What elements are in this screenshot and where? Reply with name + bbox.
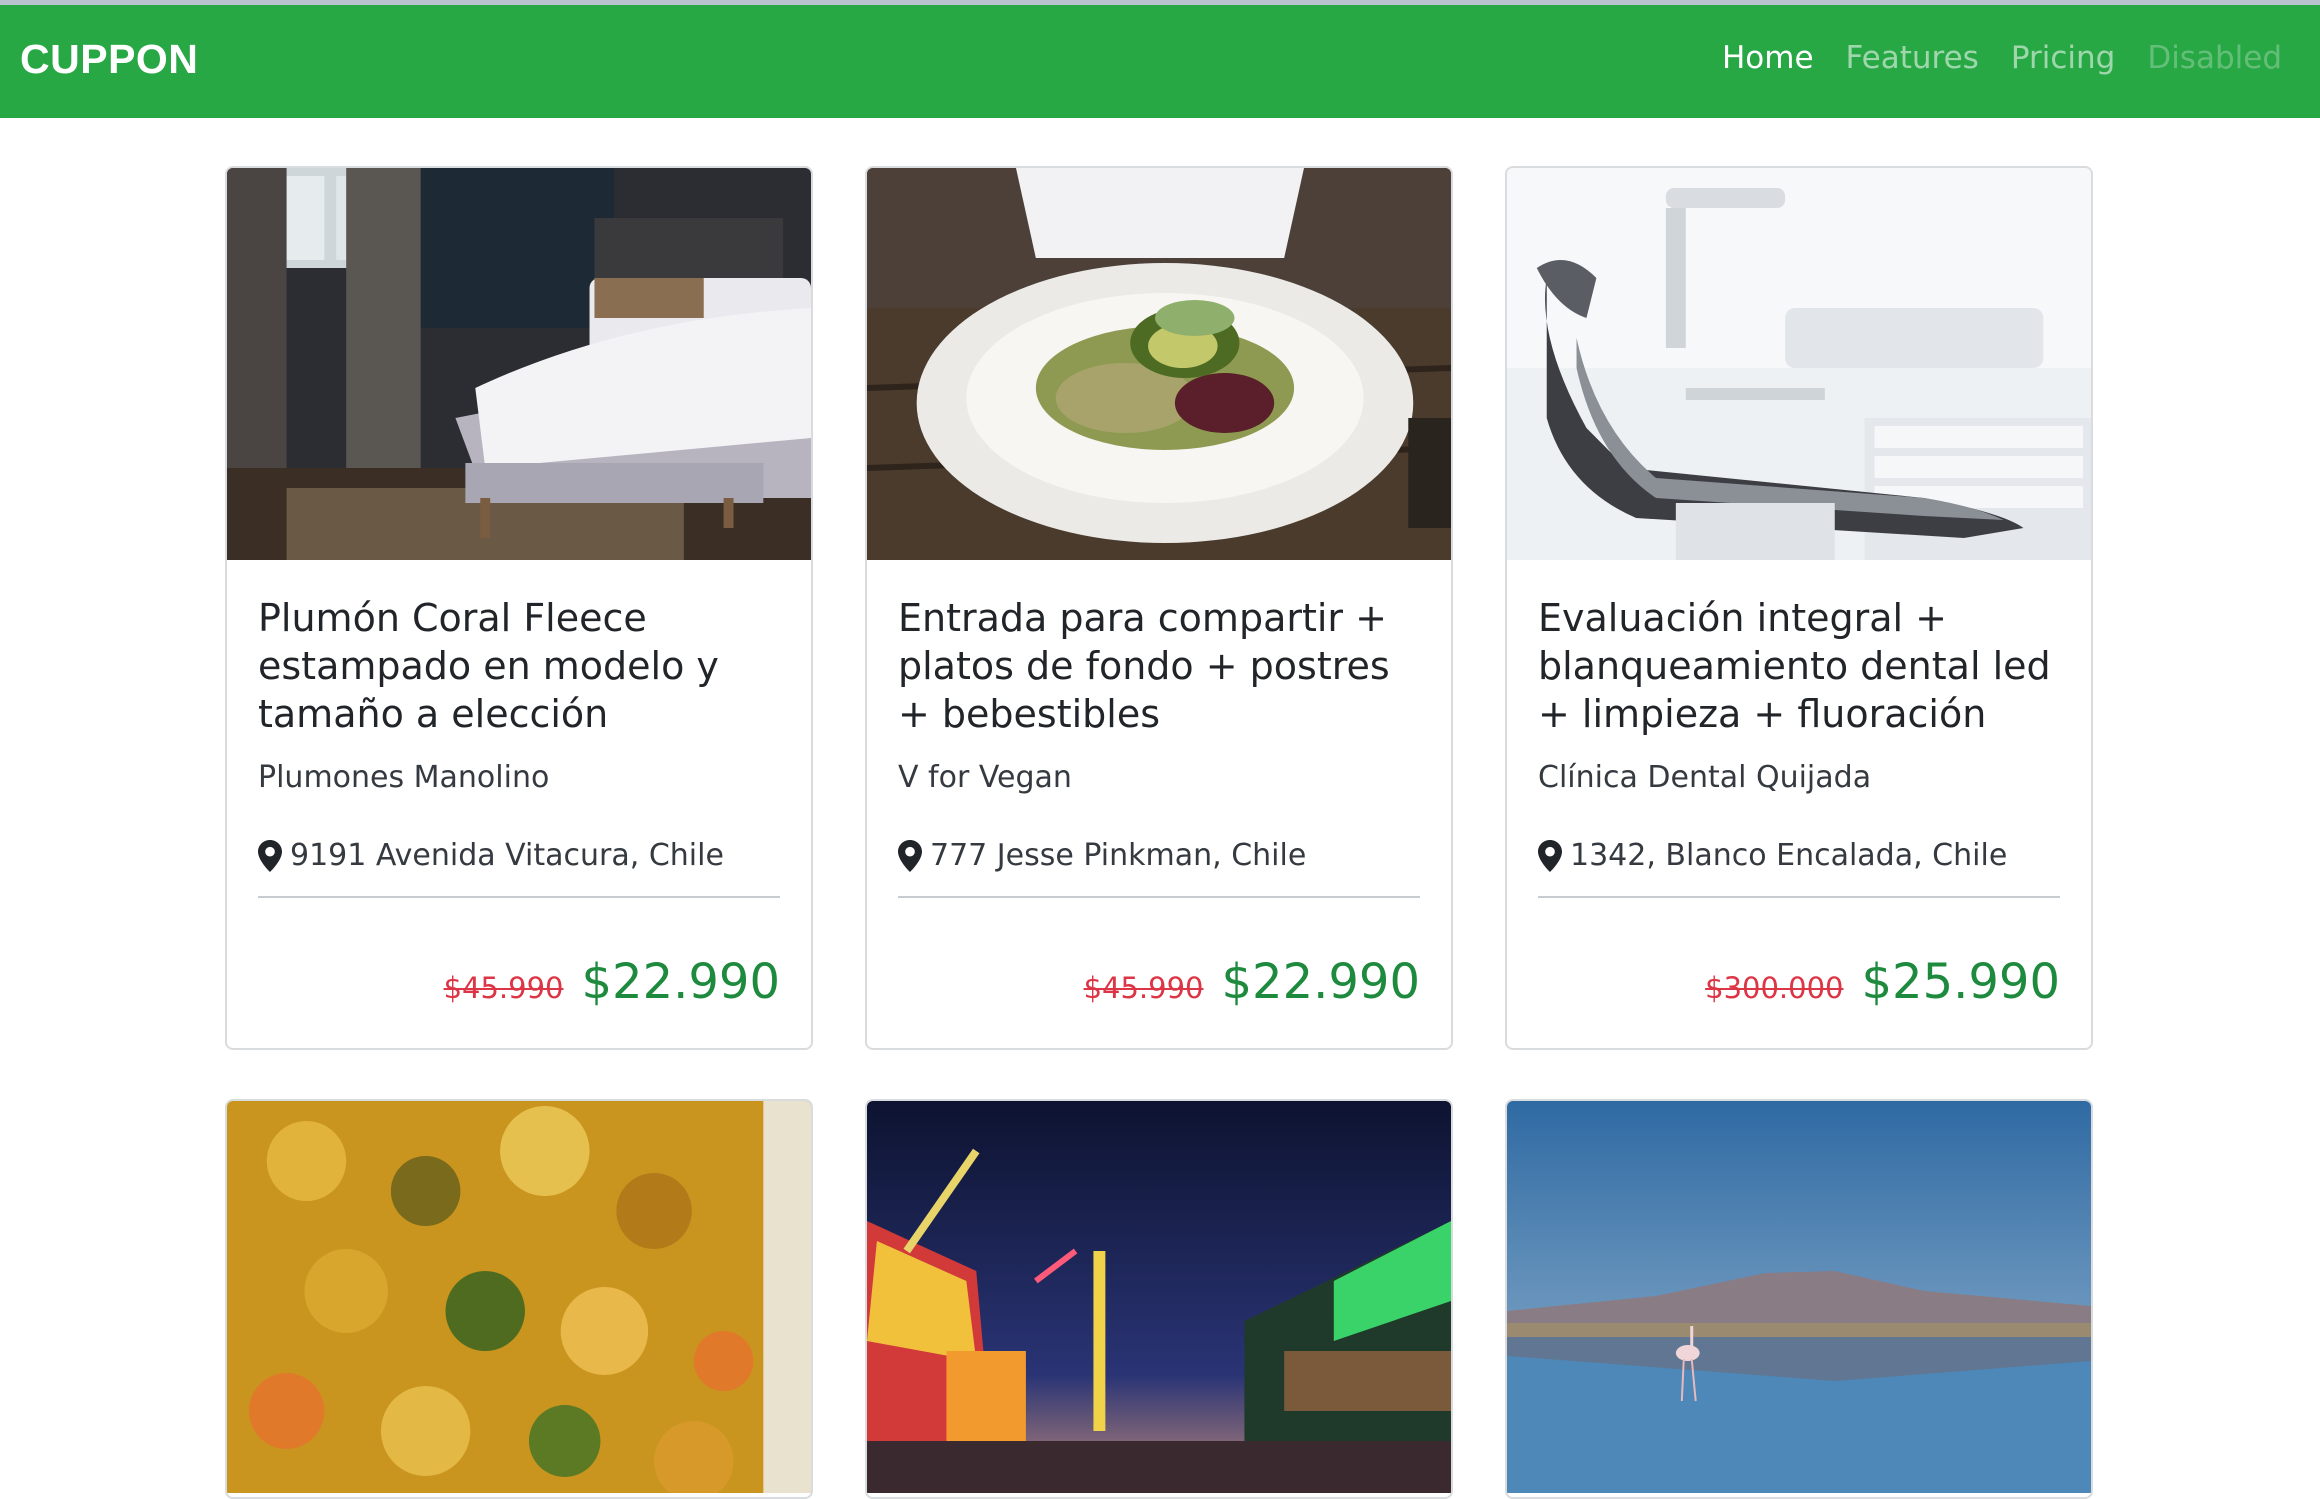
nav-link-features[interactable]: Features [1846,43,1979,74]
card-location: 9191 Avenida Vitacura, Chile [258,838,780,874]
divider [898,896,1420,898]
card-merchant: Clínica Dental Quijada [1538,760,1872,795]
card-body: Entrada para compartir + platos de fondo… [867,594,1451,898]
map-pin-icon [898,840,922,872]
night-fair-photo [867,1101,1451,1493]
price-block: $45.990 $22.990 [444,954,780,1010]
nav-link-pricing[interactable]: Pricing [2011,43,2116,74]
original-price: $45.990 [1083,971,1204,1005]
price-block: $300.000 $25.990 [1705,954,2060,1010]
deal-card[interactable]: Evaluación integral + blanqueamiento den… [1505,166,2093,1050]
divider [258,896,780,898]
brand-logo[interactable]: CUPPON [20,39,198,80]
location-text: 777 Jesse Pinkman, Chile [930,838,1307,873]
location-text: 1342, Blanco Encalada, Chile [1570,838,2008,873]
map-pin-icon [258,840,282,872]
dental-chair-photo [1507,168,2091,560]
discount-price: $22.990 [1221,954,1421,1010]
original-price: $300.000 [1705,971,1844,1005]
card-title[interactable]: Evaluación integral + blanqueamiento den… [1538,594,2060,738]
card-location: 1342, Blanco Encalada, Chile [1538,838,2060,874]
card-merchant: V for Vegan [898,760,1072,795]
price-block: $45.990 $22.990 [1084,954,1420,1010]
discount-price: $25.990 [1861,954,2061,1010]
deal-card[interactable] [865,1099,1453,1499]
deal-card[interactable]: Entrada para compartir + platos de fondo… [865,166,1453,1050]
vegan-plate-photo [867,168,1451,560]
original-price: $45.990 [443,971,564,1005]
deal-card[interactable] [1505,1099,2093,1499]
navbar: CUPPON Home Features Pricing Disabled [0,5,2320,118]
card-location: 777 Jesse Pinkman, Chile [898,838,1420,874]
deal-card[interactable]: Plumón Coral Fleece estampado en modelo … [225,166,813,1050]
card-body: Evaluación integral + blanqueamiento den… [1507,594,2091,898]
card-body: Plumón Coral Fleece estampado en modelo … [227,594,811,898]
deal-card[interactable] [225,1099,813,1499]
card-merchant: Plumones Manolino [258,760,550,795]
nav-link-disabled: Disabled [2147,40,2282,76]
card-title[interactable]: Entrada para compartir + platos de fondo… [898,594,1420,738]
discount-price: $22.990 [581,954,781,1010]
divider [1538,896,2060,898]
flamingo-lake-photo [1507,1101,2091,1493]
bedroom-bed-photo [227,168,811,560]
nav-link-home[interactable]: Home [1722,43,1814,74]
location-text: 9191 Avenida Vitacura, Chile [290,838,724,873]
card-title[interactable]: Plumón Coral Fleece estampado en modelo … [258,594,780,738]
nav-links: Home Features Pricing Disabled [1722,43,2282,74]
food-close-up-photo [227,1101,811,1493]
map-pin-icon [1538,840,1562,872]
